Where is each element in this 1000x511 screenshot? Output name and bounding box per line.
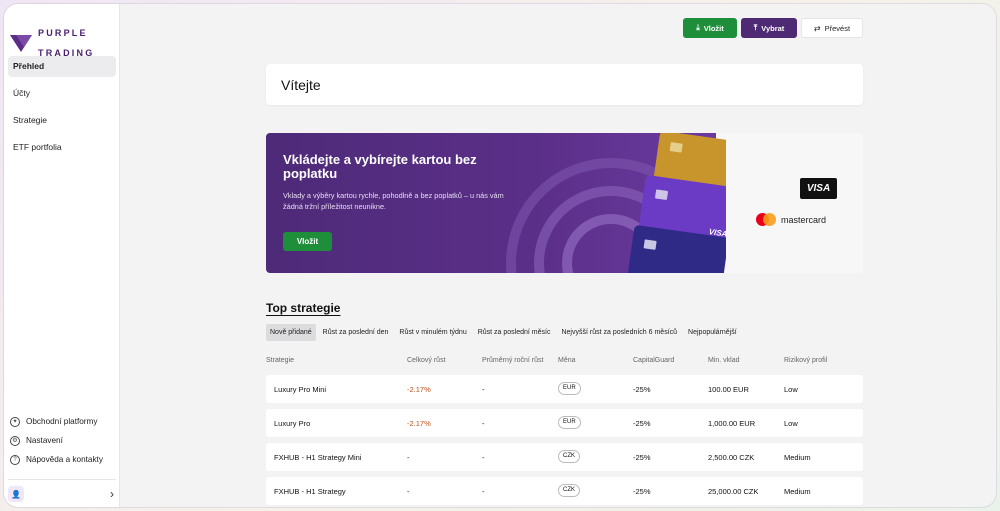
currency-badge: CZK <box>558 450 580 463</box>
min-deposit: 1,000.00 EUR <box>708 419 756 428</box>
visa-logo: VISA <box>800 178 837 199</box>
page-title: Vítejte <box>281 77 321 93</box>
column-header[interactable]: Měna <box>558 357 576 364</box>
min-deposit: 25,000.00 CZK <box>708 487 759 496</box>
sidebar-item-label: Nastavení <box>26 436 63 445</box>
sidebar-item-ucty[interactable]: Účty <box>8 83 116 104</box>
tab-nejvyssi-rust-6-mesicu[interactable]: Nejvyšší růst za posledních 6 měsíců <box>557 324 681 341</box>
min-deposit: 2,500.00 CZK <box>708 453 755 462</box>
currency-badge: EUR <box>558 416 581 429</box>
sidebar-bottom-nav: ✦ Obchodní platformy ⚙ Nastavení ? Nápov… <box>8 412 116 469</box>
sidebar: PURPLE TRADING Přehled Účty Strategie ET… <box>4 4 120 507</box>
risk-profile: Low <box>784 419 798 428</box>
currency-badge: EUR <box>558 382 581 395</box>
column-header[interactable]: Rizikový profil <box>784 357 827 364</box>
logo-triangle-icon <box>10 35 32 52</box>
withdraw-button-label: Vybrat <box>761 23 785 33</box>
capital-guard: -25% <box>633 419 651 428</box>
withdraw-button[interactable]: ⤒ Vybrat <box>741 18 797 38</box>
sidebar-item-label: Obchodní platformy <box>26 417 98 426</box>
user-avatar-icon[interactable]: 👤 <box>8 486 24 502</box>
transfer-button-label: Převést <box>824 23 851 33</box>
sidebar-item-platforms[interactable]: ✦ Obchodní platformy <box>8 412 116 431</box>
avg-growth: - <box>482 453 485 462</box>
strategy-name: FXHUB - H1 Strategy <box>274 487 346 496</box>
compass-icon: ✦ <box>10 416 20 427</box>
upload-icon: ⤒ <box>753 23 758 32</box>
table-row[interactable]: FXHUB - H1 Strategy - - CZK -25% 25,000.… <box>266 477 863 505</box>
sidebar-nav: Přehled Účty Strategie ETF portfolia <box>8 56 116 164</box>
table-row[interactable]: Luxury Pro -2.17% - EUR -25% 1,000.00 EU… <box>266 409 863 437</box>
banner-deposit-button[interactable]: Vložit <box>283 232 332 251</box>
mastercard-logo: mastercard <box>756 213 826 226</box>
transfer-icon: ⇄ <box>813 23 821 33</box>
download-icon: ⤓ <box>696 23 700 32</box>
welcome-card: Vítejte <box>266 64 863 105</box>
brand-line1: PURPLE <box>38 28 88 38</box>
total-growth: - <box>407 487 410 496</box>
sidebar-item-help[interactable]: ? Nápověda a kontakty <box>8 450 116 469</box>
total-growth: - <box>407 453 410 462</box>
transfer-button[interactable]: ⇄ Převést <box>801 18 863 38</box>
deposit-button-label: Vložit <box>703 23 724 33</box>
sidebar-footer: 👤 › <box>8 485 116 503</box>
sidebar-item-strategie[interactable]: Strategie <box>8 110 116 131</box>
currency-badge: CZK <box>558 484 580 497</box>
column-header[interactable]: Průměrný roční růst <box>482 357 543 364</box>
strategy-name: Luxury Pro Mini <box>274 385 327 394</box>
deposit-button[interactable]: ⤓ Vložit <box>683 18 737 38</box>
sidebar-item-prehled[interactable]: Přehled <box>8 56 116 77</box>
tab-nejpopularnejsi[interactable]: Nejpopulárnější <box>684 324 741 341</box>
main-content: ⤓ Vložit ⤒ Vybrat ⇄ Převést Vítejte VISA… <box>121 4 996 507</box>
risk-profile: Low <box>784 385 798 394</box>
capital-guard: -25% <box>633 453 651 462</box>
avg-growth: - <box>482 419 485 428</box>
app-window: PURPLE TRADING Přehled Účty Strategie ET… <box>4 4 996 507</box>
promo-banner: VISA Vkládejte a vybírejte kartou bez po… <box>266 133 863 273</box>
total-growth: -2.17% <box>407 419 431 428</box>
header-actions: ⤓ Vložit ⤒ Vybrat ⇄ Převést <box>683 18 863 38</box>
total-growth: -2.17% <box>407 385 431 394</box>
avg-growth: - <box>482 487 485 496</box>
contactless-cards-illustration: VISA <box>506 133 726 273</box>
strategy-name: Luxury Pro <box>274 419 311 428</box>
sidebar-item-etf-portfolia[interactable]: ETF portfolia <box>8 137 116 158</box>
help-icon: ? <box>10 454 20 465</box>
tab-rust-minuly-tyden[interactable]: Růst v minulém týdnu <box>395 324 470 341</box>
capital-guard: -25% <box>633 385 651 394</box>
strategy-name: FXHUB - H1 Strategy Mini <box>274 453 362 462</box>
column-header[interactable]: Strategie <box>266 357 294 364</box>
risk-profile: Medium <box>784 487 811 496</box>
column-header[interactable]: Celkový růst <box>407 357 446 364</box>
min-deposit: 100.00 EUR <box>708 385 749 394</box>
table-row[interactable]: Luxury Pro Mini -2.17% - EUR -25% 100.00… <box>266 375 863 403</box>
gear-icon: ⚙ <box>10 435 20 446</box>
banner-text: Vklady a výběry kartou rychle, pohodlně … <box>283 191 504 211</box>
tab-rust-posledni-den[interactable]: Růst za poslední den <box>319 324 393 341</box>
strategies-table-header: Strategie Celkový růst Průměrný roční rů… <box>266 357 863 371</box>
tab-rust-posledni-mesic[interactable]: Růst za poslední měsíc <box>474 324 555 341</box>
avg-growth: - <box>482 385 485 394</box>
mastercard-orange-circle-icon <box>763 213 776 226</box>
table-row[interactable]: FXHUB - H1 Strategy Mini - - CZK -25% 2,… <box>266 443 863 471</box>
tab-nove-pridane[interactable]: Nově přidané <box>266 324 316 341</box>
capital-guard: -25% <box>633 487 651 496</box>
risk-profile: Medium <box>784 453 811 462</box>
strategy-filter-tabs: Nově přidané Růst za poslední den Růst v… <box>266 324 741 341</box>
column-header[interactable]: CapitalGuard <box>633 357 674 364</box>
banner-title: Vkládejte a vybírejte kartou bez poplatk… <box>283 152 477 181</box>
column-header[interactable]: Min. vklad <box>708 357 740 364</box>
top-strategies-title[interactable]: Top strategie <box>266 301 340 315</box>
sidebar-divider <box>8 479 116 480</box>
sidebar-item-label: Nápověda a kontakty <box>26 455 103 464</box>
chevron-right-icon[interactable]: › <box>110 487 114 501</box>
mastercard-text: mastercard <box>781 214 827 225</box>
sidebar-item-settings[interactable]: ⚙ Nastavení <box>8 431 116 450</box>
